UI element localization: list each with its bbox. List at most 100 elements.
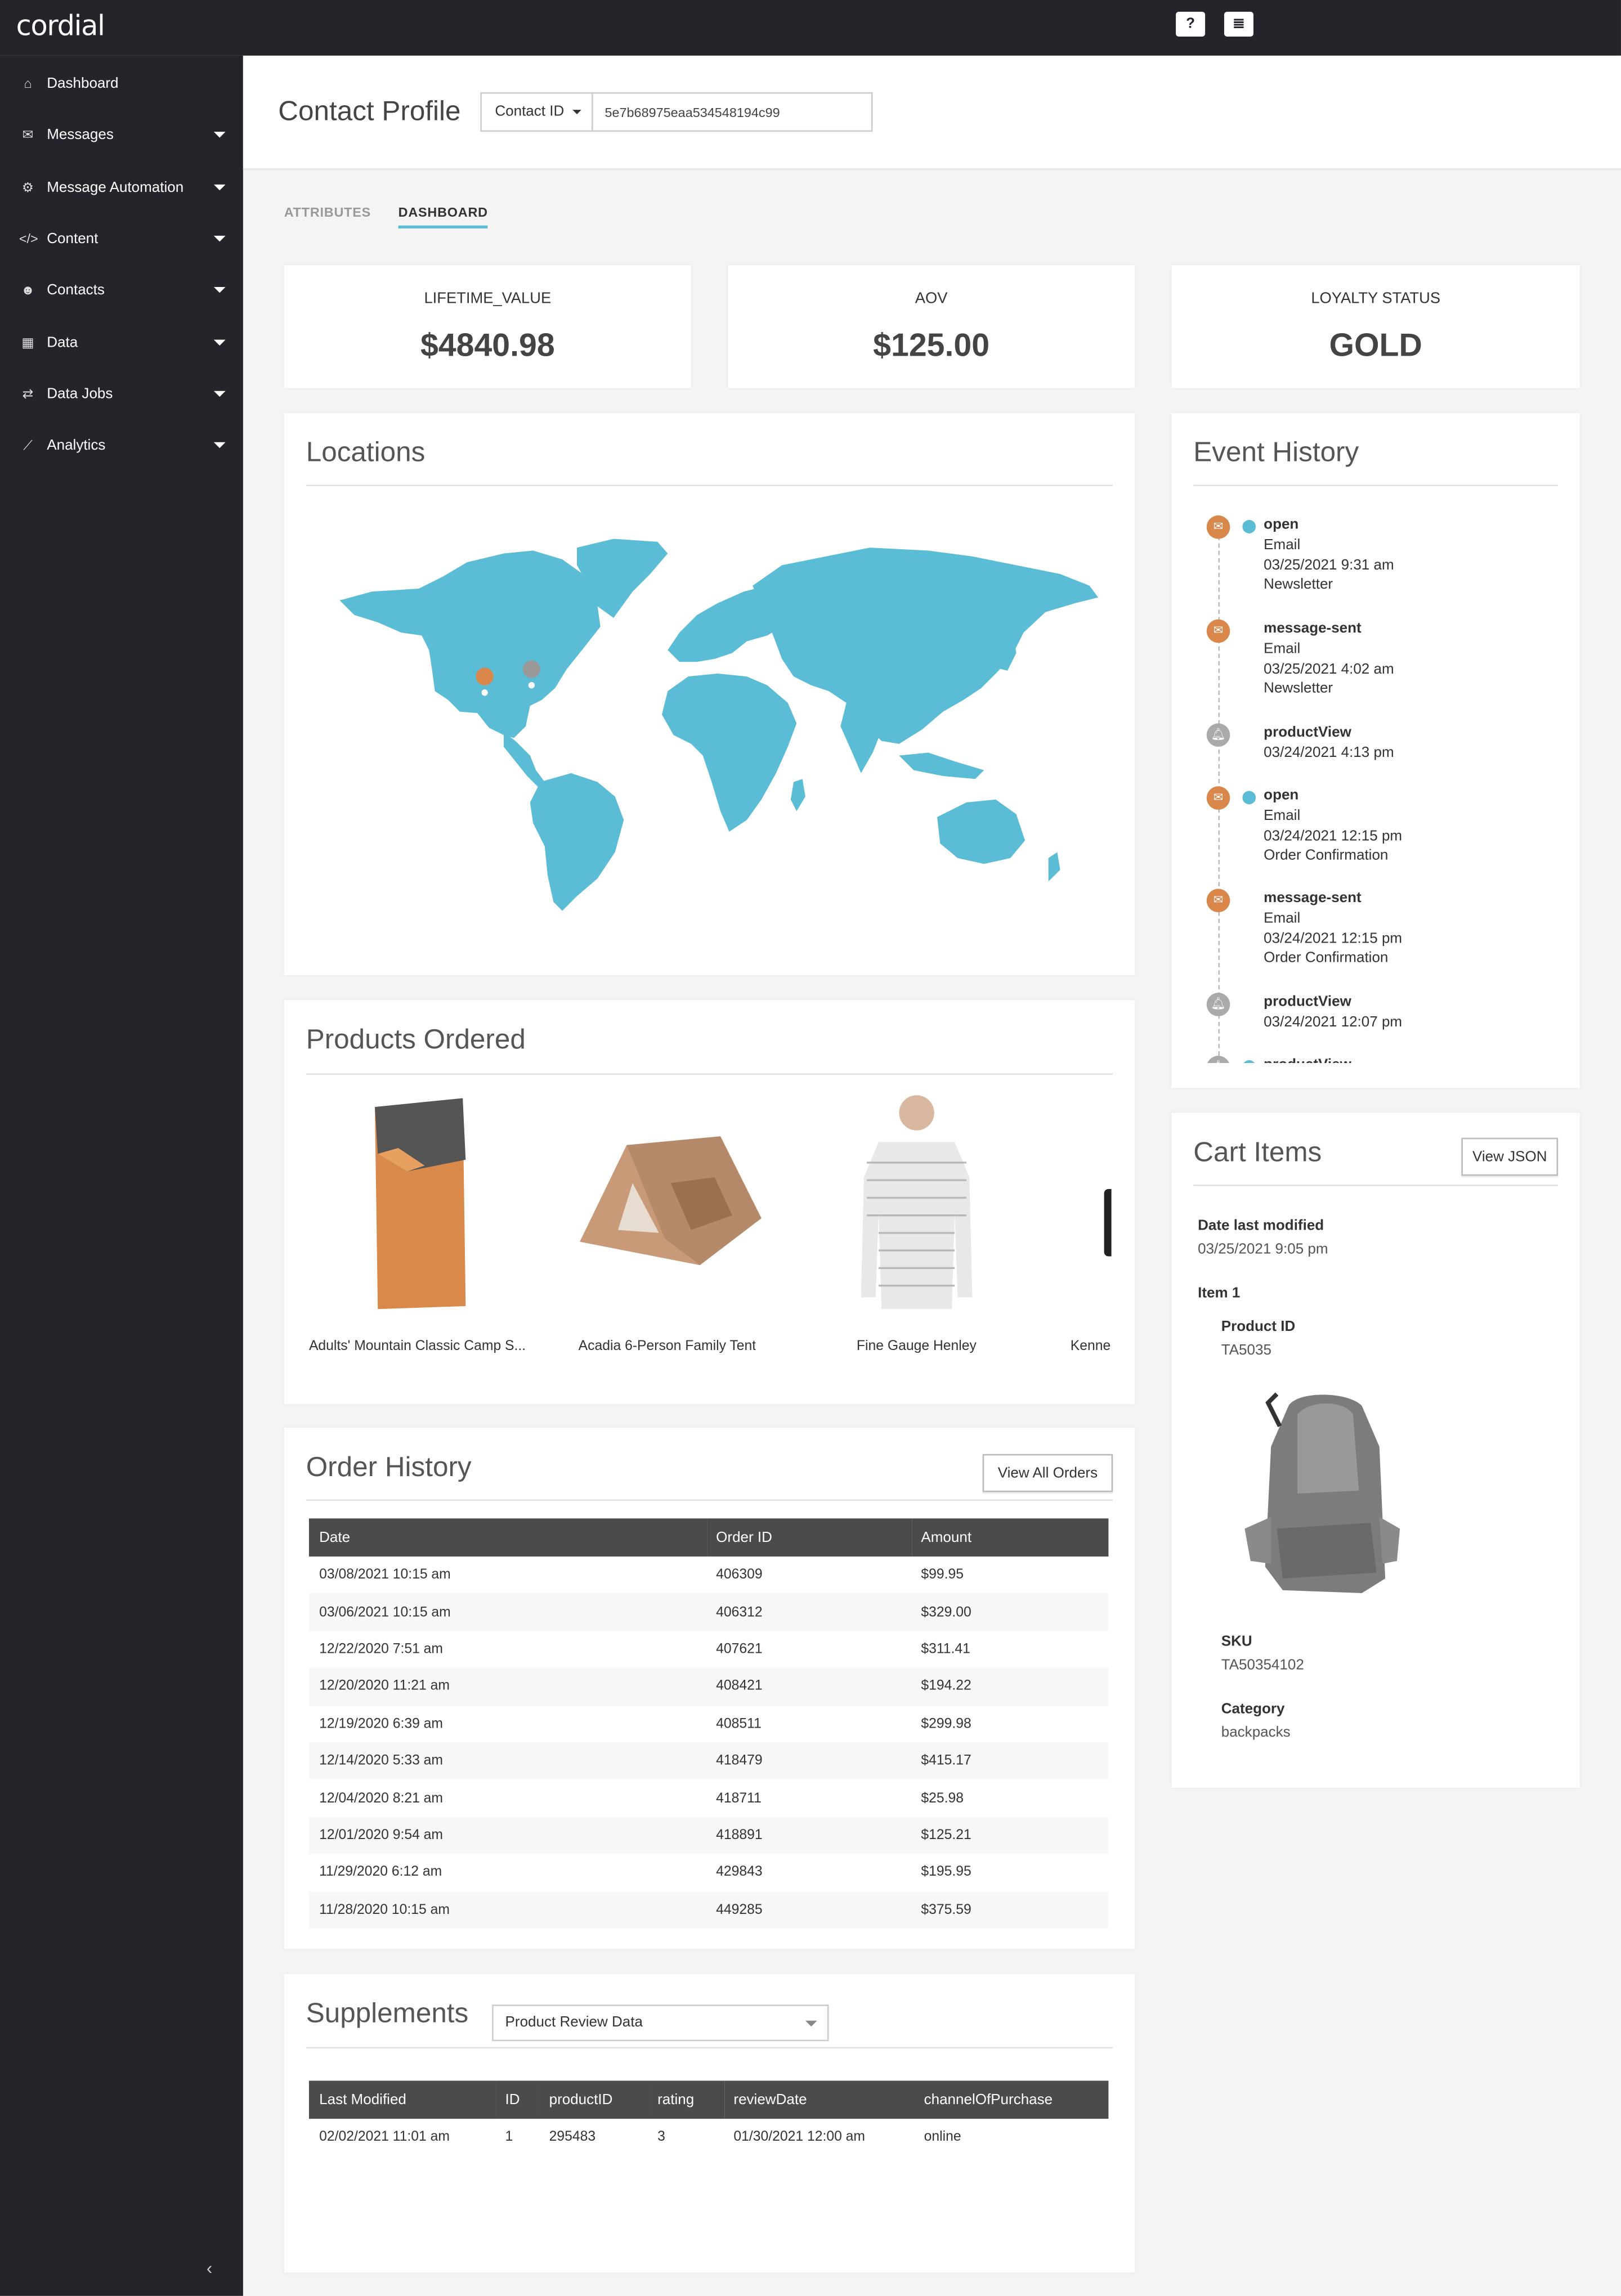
product-name[interactable]: Acadia 6-Person Family Tent [579,1338,756,1355]
help-icon[interactable]: ? [1176,11,1206,37]
divider [1193,1185,1559,1186]
locations-card: Locations [284,412,1135,975]
column-header[interactable]: Order ID [707,1518,912,1557]
orders-table: Date Order ID Amount 03/08/2021 10:15 am… [308,1518,1109,1929]
order-history-card: Order History View All Orders Date Order… [284,1427,1135,1949]
order-history-title: Order History [306,1452,472,1483]
world-map[interactable] [284,413,1135,975]
backpack-image[interactable] [1239,1388,1406,1599]
collapse-sidebar-icon[interactable]: ‹ [207,2258,212,2278]
map-pin-icon: ⬤ [1242,1057,1256,1063]
sidebar-item-contacts[interactable]: ☻ Contacts [0,275,243,304]
table-row[interactable]: 03/08/2021 10:15 am 406309 $99.95 [309,1557,1108,1594]
table-cell: 418891 [707,1817,912,1854]
page-title: Contact Profile [278,96,461,128]
table-cell: 12/04/2020 8:21 am [319,1790,444,1806]
divider [306,2047,1113,2049]
table-row[interactable]: 12/22/2020 7:51 am 407621 $311.41 [309,1631,1108,1668]
table-row[interactable]: 12/14/2020 5:33 am 418479 $415.17 [308,1742,1109,1780]
chevron-down-icon [213,391,226,397]
column-header[interactable]: Date [308,1518,707,1557]
exchange-icon: ⇄ [22,385,34,401]
table-cell: online [924,2129,961,2146]
table-row[interactable]: 11/28/2020 10:15 am 449285 $375.59 [308,1891,1109,1929]
table-cell: $329.00 [912,1593,1109,1631]
sidebar-item-message-automation[interactable]: ⚙ Message Automation [0,173,243,202]
chevron-down-icon [213,339,226,346]
envelope-icon: ✉ [1206,786,1230,810]
cordial-logo[interactable]: cordial [16,10,105,42]
table-row[interactable]: 02/02/2021 11:01 am 1 295483 3 01/30/2021 12… [309,2119,1108,2156]
table-cell: 406309 [716,1567,763,1584]
henley-shirt-image[interactable] [855,1089,978,1315]
kpi-card-loyalty-status: LOYALTY STATUS GOLD [1171,264,1580,388]
table-row[interactable]: 12/19/2020 6:39 am 408511 $299.98 [309,1705,1108,1742]
envelope-icon: ✉ [1206,515,1230,539]
table-cell: $25.98 [921,1790,964,1806]
map-pin-icon: ⬤ [1242,789,1257,804]
column-header[interactable]: Amount [912,1518,1109,1557]
envelope-icon: ✉ [1206,619,1230,643]
bell-icon: 🔔︎ [1206,1056,1230,1064]
column-header[interactable]: reviewDate [724,2080,915,2119]
date-modified-value: 03/25/2021 9:05 pm [1198,1241,1328,1258]
bell-icon: 🔔︎ [1206,723,1230,747]
table-row[interactable]: 11/29/2020 6:12 am 429843 $195.95 [309,1854,1108,1891]
column-header[interactable]: channelOfPurchase [915,2080,1109,2119]
sidebar-item-analytics[interactable]: ⟋ Analytics [0,430,243,460]
tab-dashboard[interactable]: DASHBOARD [398,205,488,228]
table-cell: 01/30/2021 12:00 am [733,2129,866,2146]
table-cell: 295483 [549,2129,596,2146]
view-all-orders-button[interactable]: View All Orders [982,1454,1113,1492]
sleeping-bag-image[interactable] [366,1095,471,1312]
sidebar-item-data[interactable]: ▦ Data [0,328,243,357]
view-json-button[interactable]: View JSON [1461,1137,1559,1176]
caret-down-icon [805,2020,817,2026]
supplements-table: Last Modified ID productID rating review… [308,2080,1109,2156]
table-cell: 11/29/2020 6:12 am [319,1864,442,1881]
chevron-down-icon [213,184,226,191]
column-header[interactable]: productID [540,2080,649,2119]
table-cell: $194.22 [912,1668,1109,1706]
supplement-select[interactable]: Product Review Data [492,2004,829,2042]
table-cell: 406312 [707,1593,912,1631]
kpi-label: AOV [915,290,948,308]
chevron-down-icon [213,286,226,293]
tent-image[interactable] [574,1124,767,1268]
table-cell: 12/22/2020 7:51 am [319,1641,444,1658]
kpi-label: LOYALTY STATUS [1311,290,1441,308]
users-icon: ☻ [21,282,35,298]
table-row[interactable]: 12/04/2020 8:21 am 418711 $25.98 [309,1779,1108,1817]
line-chart-icon: ⟋ [23,437,33,452]
products-title: Products Ordered [306,1025,526,1056]
category-value: backpacks [1221,1725,1291,1741]
table-cell: 429843 [716,1864,763,1881]
list-icon[interactable]: ≣ [1224,11,1253,37]
cart-items-title: Cart Items [1193,1137,1322,1169]
sidebar-item-content[interactable]: </> Content [0,224,243,253]
product-image-partial[interactable] [1104,1189,1112,1257]
sidebar-item-data-jobs[interactable]: ⇄ Data Jobs [0,379,243,409]
table-row[interactable]: 12/01/2020 9:54 am 418891 $125.21 [308,1817,1109,1854]
product-name[interactable]: Fine Gauge Henley [857,1338,977,1355]
contact-id-dropdown[interactable]: Contact ID [480,92,593,132]
tab-attributes[interactable]: ATTRIBUTES [284,205,371,219]
table-row[interactable]: 03/06/2021 10:15 am 406312 $329.00 [308,1593,1109,1631]
column-header[interactable]: Last Modified [308,2080,496,2119]
envelope-icon: ✉ [22,127,34,142]
table-cell: $125.21 [912,1817,1109,1854]
table-row[interactable]: 12/20/2020 11:21 am 408421 $194.22 [308,1668,1109,1706]
sidebar-item-dashboard[interactable]: ⌂ Dashboard [0,69,243,98]
table-cell: 408421 [707,1668,912,1706]
table-cell: 03/06/2021 10:15 am [308,1593,707,1631]
table-cell: $415.17 [912,1742,1109,1780]
table-cell: 12/19/2020 6:39 am [319,1715,444,1732]
contact-id-field[interactable]: 5e7b68975eaa534548194c99 [592,92,873,132]
column-header[interactable]: ID [496,2080,540,2119]
product-name[interactable]: Adults' Mountain Classic Camp S... [309,1338,538,1355]
event-list: ✉ ⬤ open Email 03/25/2021 9:31 am Newslette… [1171,413,1580,1064]
column-header[interactable]: rating [648,2080,725,2119]
sidebar-item-messages[interactable]: ✉ Messages [0,120,243,149]
table-cell: 12/01/2020 9:54 am [308,1817,707,1854]
product-name[interactable]: Kenne [1071,1338,1112,1355]
